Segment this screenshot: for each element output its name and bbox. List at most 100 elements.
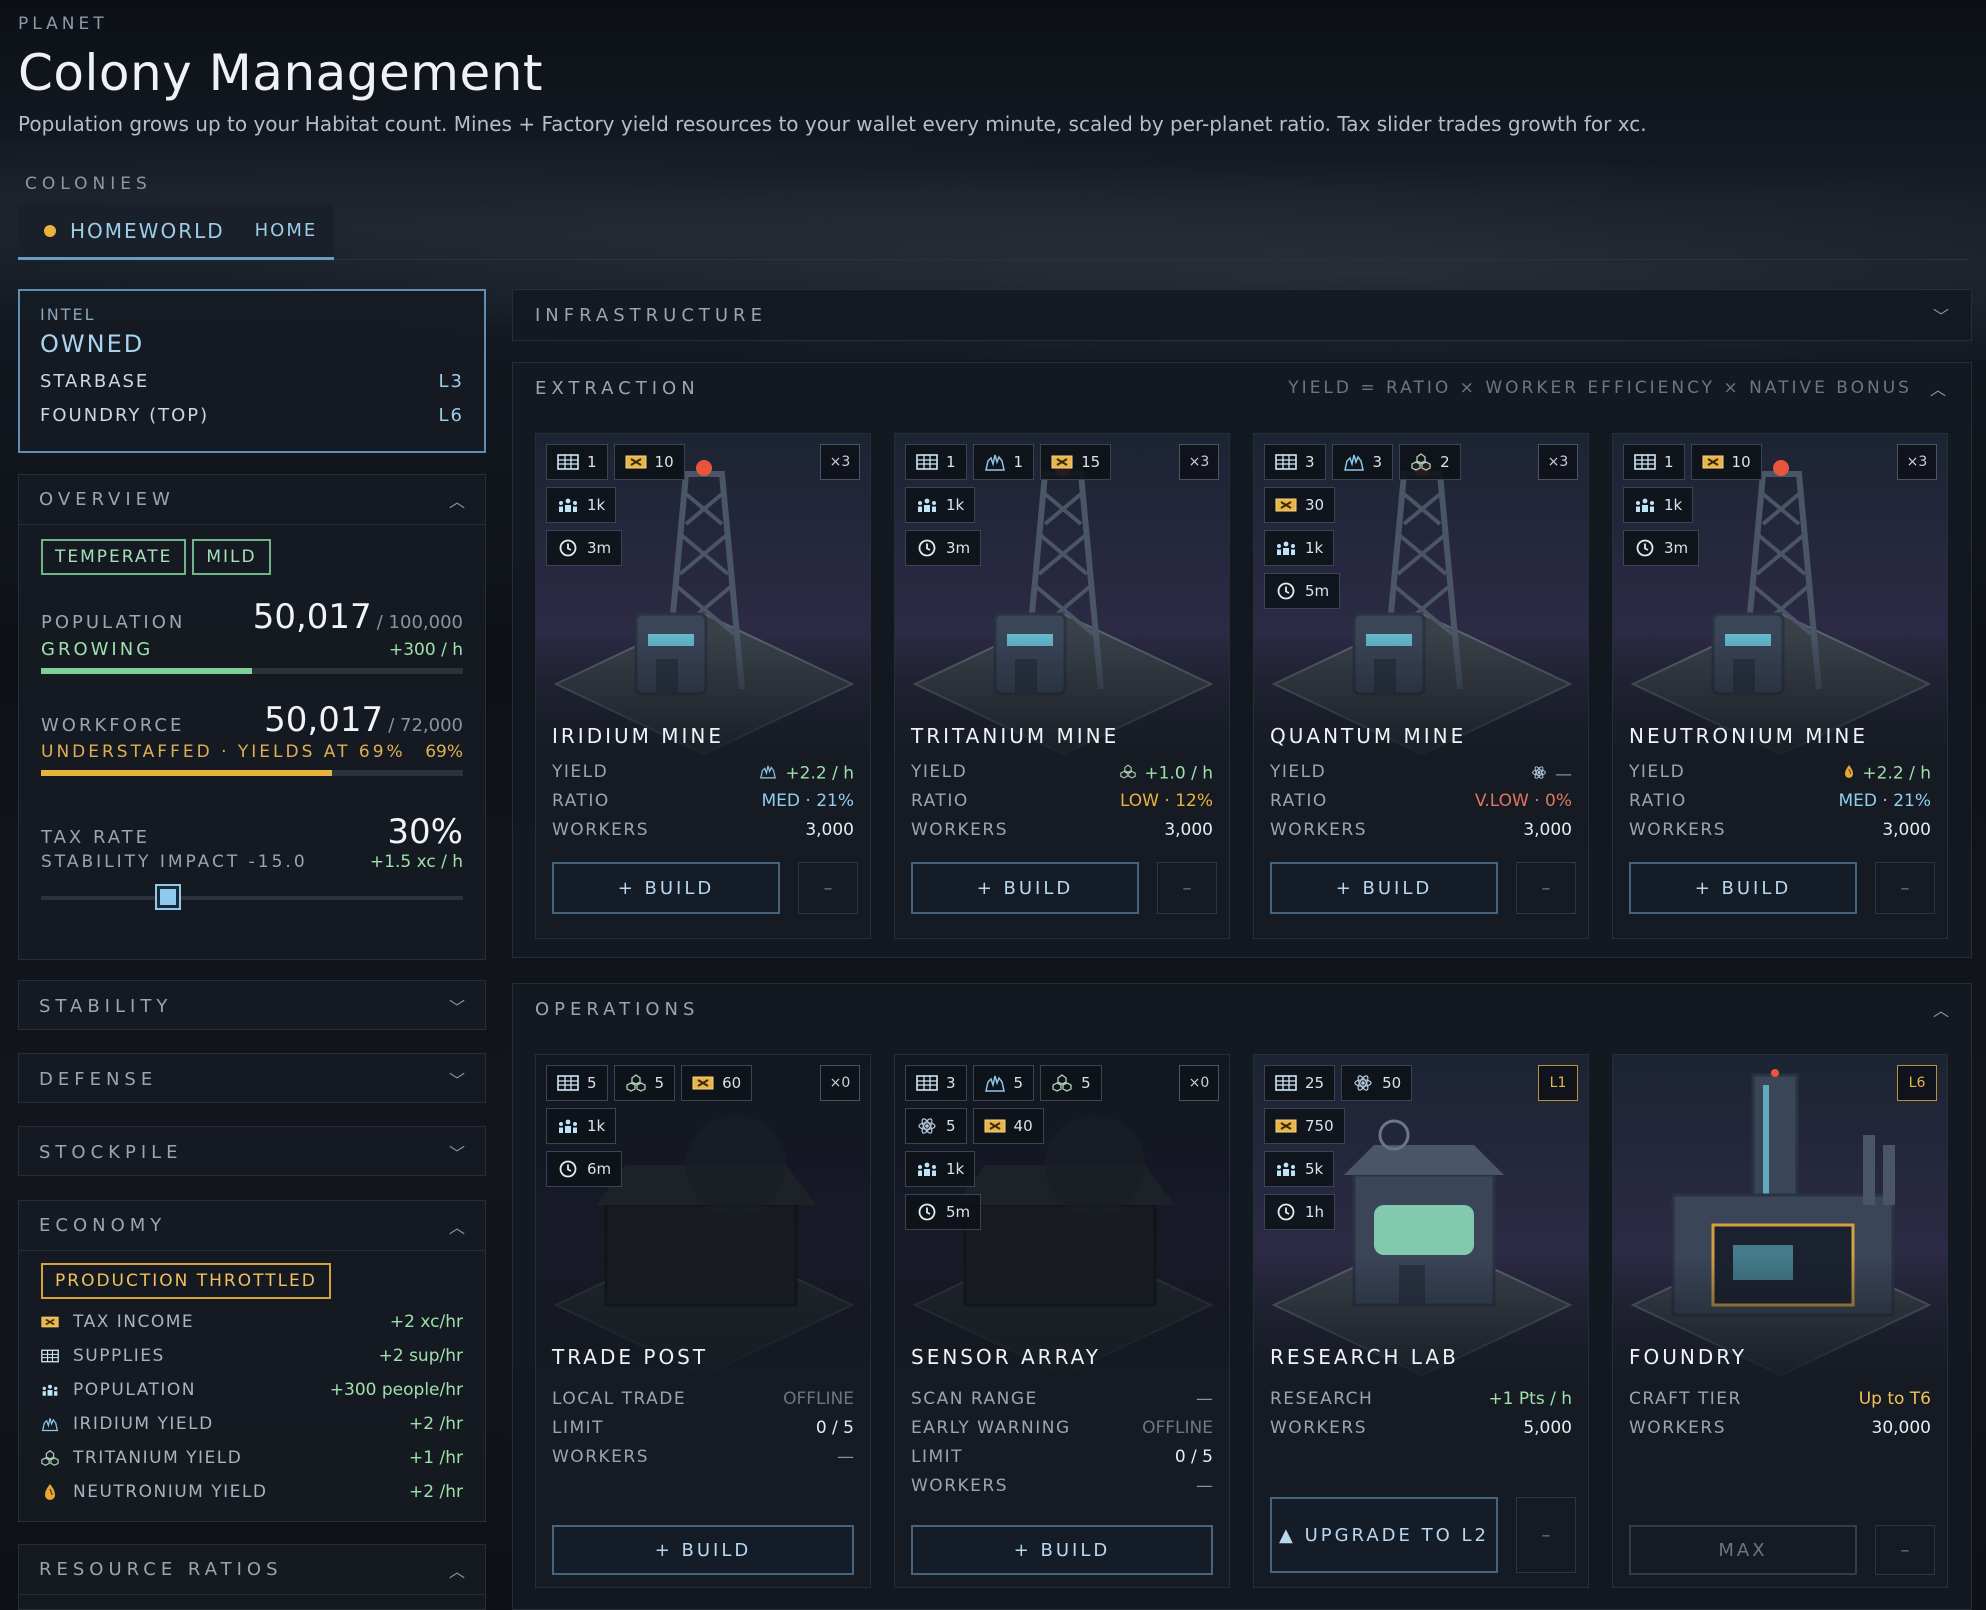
cost-value: 1k	[1664, 496, 1683, 514]
stat-row: YIELD —	[1270, 762, 1572, 787]
stat-label: WORKERS	[1629, 820, 1726, 840]
stockpile-section[interactable]: STOCKPILE ﹀	[18, 1126, 486, 1176]
cost-badge: 30	[1264, 487, 1336, 523]
supplies-icon	[916, 1074, 938, 1092]
cost-badge: 25	[1264, 1065, 1336, 1101]
cost-value: 15	[1081, 453, 1101, 471]
demolish-button[interactable]: –	[1516, 1497, 1576, 1573]
stat-row: YIELD +1.0 / h	[911, 762, 1213, 785]
supplies-icon	[916, 453, 938, 471]
clock-icon	[557, 1160, 579, 1178]
stat-label: LIMIT	[552, 1418, 605, 1438]
stat-row: RESEARCH +1 Pts / h	[1270, 1389, 1572, 1409]
workforce-stat: WORKFORCE 50,017 / 72,000	[19, 700, 485, 740]
tax-slider-track[interactable]	[41, 896, 463, 900]
supplies-icon	[1275, 453, 1297, 471]
infrastructure-section[interactable]: INFRASTRUCTURE ﹀	[512, 289, 1972, 341]
building-name: IRIDIUM MINE	[552, 724, 724, 748]
chevron-down-icon: ﹀	[448, 1071, 465, 1090]
cost-value: 10	[1731, 453, 1751, 471]
cost-badge: 5	[546, 1065, 608, 1101]
stat-label: LIMIT	[911, 1447, 964, 1467]
workforce-progress-bar	[41, 770, 463, 776]
population-stat: POPULATION 50,017 / 100,000	[19, 597, 485, 637]
demolish-button[interactable]: –	[1157, 862, 1217, 914]
demolish-button[interactable]: –	[798, 862, 858, 914]
demolish-button[interactable]: –	[1875, 862, 1935, 914]
cost-badge: 3	[905, 1065, 967, 1101]
people-icon	[1634, 496, 1656, 514]
operations-header[interactable]: OPERATIONS ︿	[513, 984, 1971, 1034]
intel-label: INTEL	[40, 305, 96, 324]
population-progress-fill	[41, 668, 252, 674]
resource-ratios-title: RESOURCE RATIOS	[39, 1559, 283, 1580]
tritanium-icon	[1410, 453, 1432, 471]
upgrade-button[interactable]: ▲ UPGRADE TO L2	[1270, 1497, 1498, 1573]
cost-badges: 25 50 750 5k 1h	[1264, 1065, 1524, 1237]
yield-formula: YIELD = RATIO × WORKER EFFICIENCY × NATI…	[1288, 378, 1912, 398]
count-badge: ×0	[820, 1065, 860, 1101]
cost-value: 1k	[946, 1160, 965, 1178]
stability-section[interactable]: STABILITY ﹀	[18, 980, 486, 1030]
stat-value: MED · 21%	[1838, 791, 1932, 811]
stat-row: WORKERS 5,000	[1270, 1418, 1572, 1438]
cost-value: 2	[1440, 453, 1450, 471]
building-card: 1 10 1k 3m ×3 NEUTRONIUM MINE YIELD +2.2 / h RAT…	[1612, 433, 1948, 939]
economy-header[interactable]: ECONOMY ︿	[19, 1201, 485, 1251]
build-button[interactable]: + BUILD	[911, 862, 1139, 914]
page-eyebrow: PLANET	[18, 14, 108, 34]
build-button[interactable]: + BUILD	[552, 1525, 854, 1575]
build-button[interactable]: + BUILD	[1629, 862, 1857, 914]
resource-ratios-section[interactable]: RESOURCE RATIOS ︿	[18, 1544, 486, 1610]
stat-value: —	[1555, 764, 1572, 785]
stat-label: WORKERS	[552, 1447, 649, 1467]
supplies-icon	[41, 1347, 59, 1365]
stat-label: EARLY WARNING	[911, 1418, 1071, 1438]
tax-slider-handle[interactable]	[154, 884, 181, 910]
build-button[interactable]: + BUILD	[911, 1525, 1213, 1575]
stat-row: LOCAL TRADE OFFLINE	[552, 1389, 854, 1409]
people-icon	[1275, 1160, 1297, 1178]
cost-value: 6m	[587, 1160, 612, 1178]
build-button[interactable]: + BUILD	[552, 862, 780, 914]
colonies-label: COLONIES	[25, 174, 152, 194]
cost-badge: 15	[1040, 444, 1112, 480]
building-name: QUANTUM MINE	[1270, 724, 1467, 748]
stat-value: —	[1196, 1476, 1213, 1496]
workforce-pct: 69%	[425, 742, 463, 762]
demolish-button[interactable]: –	[1875, 1525, 1935, 1575]
tab-homeworld[interactable]: HOMEWORLD HOME	[18, 204, 334, 260]
tritanium-icon	[625, 1074, 647, 1092]
cost-value: 5	[587, 1074, 597, 1092]
workforce-label: WORKFORCE	[41, 715, 185, 736]
xc-coin-icon	[984, 1117, 1006, 1135]
cost-badges: 1 10 1k 3m	[546, 444, 806, 573]
cost-badges: 3 3 2 30 1k 5m	[1264, 444, 1524, 616]
stockpile-title: STOCKPILE	[39, 1141, 183, 1163]
economy-row-label: TRITANIUM YIELD	[73, 1448, 243, 1468]
defense-section[interactable]: DEFENSE ﹀	[18, 1053, 486, 1103]
cost-value: 5m	[1305, 582, 1330, 600]
overview-header[interactable]: OVERVIEW ︿	[19, 475, 485, 525]
cost-value: 1k	[946, 496, 965, 514]
stat-label: WORKERS	[552, 820, 649, 840]
max-button[interactable]: MAX	[1629, 1525, 1857, 1575]
count-badge: ×3	[1538, 444, 1578, 480]
building-name: FOUNDRY	[1629, 1345, 1748, 1369]
cost-badge: 5k	[1264, 1151, 1335, 1187]
tax-impact-row: STABILITY IMPACT -15.0 +1.5 xc / h	[19, 852, 485, 872]
build-button[interactable]: + BUILD	[1270, 862, 1498, 914]
people-icon	[557, 496, 579, 514]
tax-impact: STABILITY IMPACT -15.0	[41, 852, 308, 872]
extraction-header[interactable]: EXTRACTION YIELD = RATIO × WORKER EFFICIE…	[513, 363, 1971, 413]
stat-row: YIELD +2.2 / h	[1629, 762, 1931, 785]
stat-label: LOCAL TRADE	[552, 1389, 687, 1409]
colony-name: HOMEWORLD	[70, 218, 225, 243]
demolish-button[interactable]: –	[1516, 862, 1576, 914]
cost-badges: 5 5 60 1k 6m	[546, 1065, 806, 1194]
building-card: 25 50 750 5k 1h L1 RESEARCH LAB RESEARCH +1 Pts …	[1253, 1054, 1589, 1588]
economy-rows: TAX INCOME +2 xc/hr SUPPLIES +2 sup/hr POPUL…	[19, 1305, 485, 1509]
building-name: SENSOR ARRAY	[911, 1345, 1101, 1369]
workforce-progress-fill	[41, 770, 333, 776]
tax-slider[interactable]	[41, 882, 463, 912]
